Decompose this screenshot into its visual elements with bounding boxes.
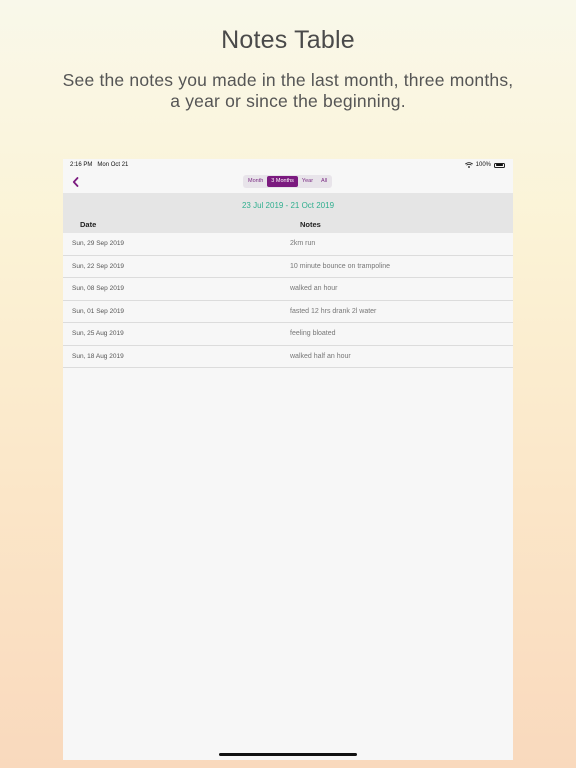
row-date: Sun, 01 Sep 2019: [72, 307, 125, 315]
table-row[interactable]: Sun, 25 Aug 2019 feeling bloated: [63, 323, 513, 346]
battery-icon: [494, 162, 505, 168]
row-note: 10 minute bounce on trampoline: [290, 262, 391, 270]
column-header-notes: Notes: [300, 220, 321, 229]
row-date: Sun, 22 Sep 2019: [72, 262, 125, 270]
row-date: Sun, 18 Aug 2019: [72, 352, 124, 360]
row-date: Sun, 25 Aug 2019: [72, 330, 124, 337]
battery-percent: 100%: [475, 162, 491, 168]
row-note: feeling bloated: [290, 330, 336, 337]
status-time: 2:16 PM Mon Oct 21: [70, 162, 128, 168]
row-date: Sun, 29 Sep 2019: [72, 240, 125, 247]
table-header: 23 Jul 2019 - 21 Oct 2019 Date Notes: [63, 193, 513, 233]
home-indicator[interactable]: [219, 753, 357, 756]
segment-year[interactable]: Year: [298, 176, 317, 187]
status-bar: 2:16 PM Mon Oct 21 100%: [63, 159, 513, 172]
notes-table: Sun, 29 Sep 2019 2km run Sun, 22 Sep 201…: [63, 233, 513, 368]
row-note: walked an hour: [290, 285, 338, 292]
date-range-label: 23 Jul 2019 - 21 Oct 2019: [241, 201, 335, 210]
promo-subtitle: See the notes you made in the last month…: [62, 70, 514, 111]
device-screen: 2:16 PM Mon Oct 21 100% Month 3 Months Y…: [63, 159, 513, 760]
period-segmented-control[interactable]: Month 3 Months Year All: [243, 175, 333, 188]
table-row[interactable]: Sun, 01 Sep 2019 fasted 12 hrs drank 2l …: [63, 300, 513, 323]
status-indicators: 100%: [464, 162, 505, 168]
table-row[interactable]: Sun, 22 Sep 2019 10 minute bounce on tra…: [63, 255, 513, 278]
table-row[interactable]: Sun, 29 Sep 2019 2km run: [63, 233, 513, 256]
segment-3-months[interactable]: 3 Months: [267, 176, 298, 187]
status-date-value: Mon Oct 21: [97, 162, 129, 168]
row-note: fasted 12 hrs drank 2l water: [290, 307, 377, 315]
row-date: Sun, 08 Sep 2019: [72, 285, 125, 292]
chevron-left-icon: [72, 177, 78, 187]
nav-bar: Month 3 Months Year All: [63, 172, 513, 193]
column-header-date: Date: [80, 220, 97, 229]
row-note: walked half an hour: [290, 352, 351, 360]
promo-title: Notes Table: [221, 26, 355, 54]
table-row[interactable]: Sun, 18 Aug 2019 walked half an hour: [63, 345, 513, 368]
row-note: 2km run: [290, 240, 316, 247]
back-button[interactable]: [70, 176, 80, 188]
status-time-value: 2:16 PM: [70, 162, 93, 168]
table-row[interactable]: Sun, 08 Sep 2019 walked an hour: [63, 278, 513, 301]
wifi-icon: [464, 162, 473, 168]
segment-month[interactable]: Month: [244, 176, 267, 187]
segment-all[interactable]: All: [317, 176, 331, 187]
